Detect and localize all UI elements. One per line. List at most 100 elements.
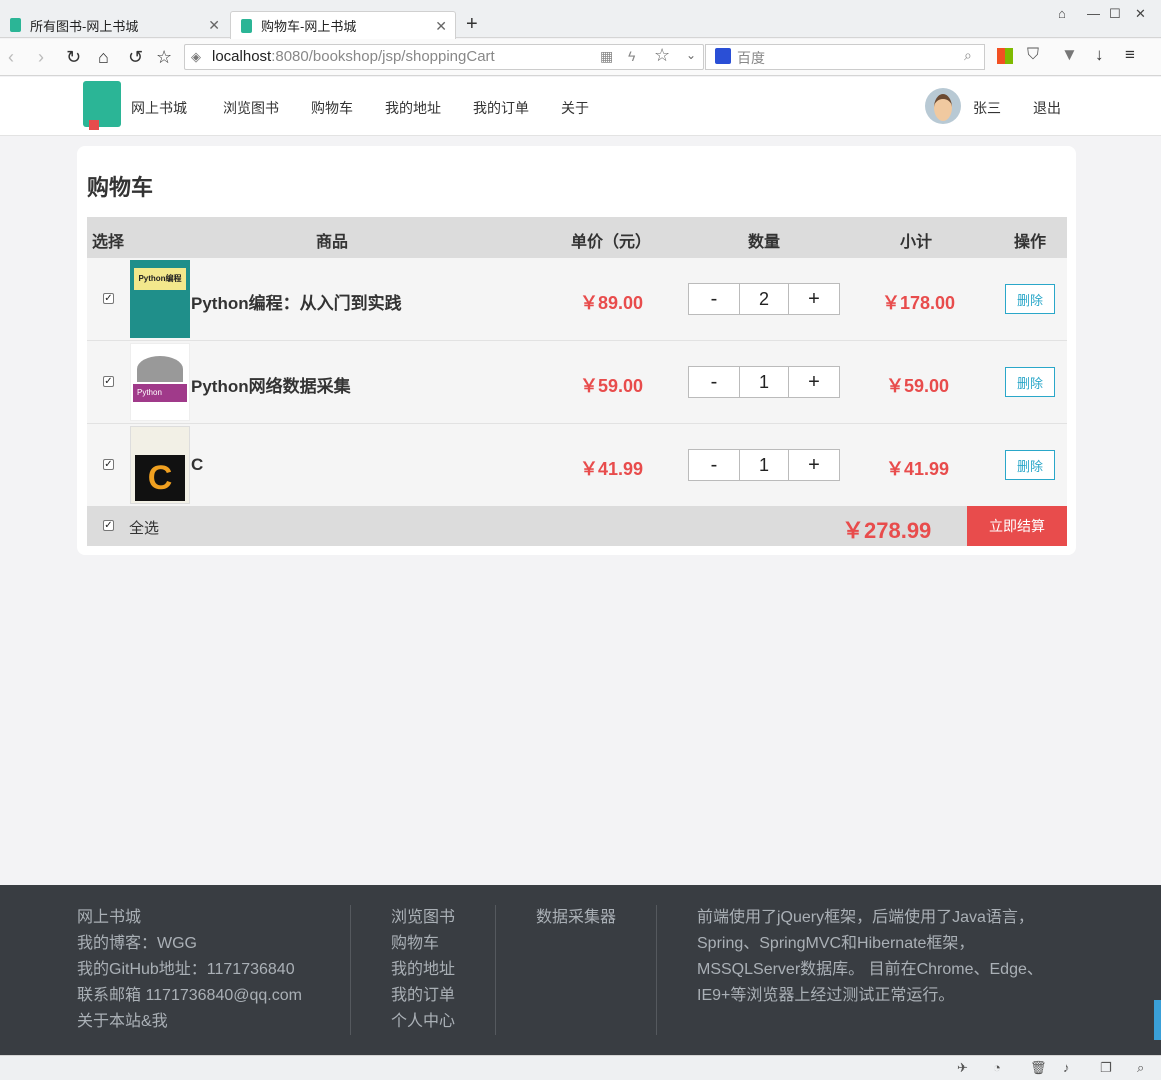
delete-button[interactable]: 删除 (1005, 367, 1055, 397)
logout-link[interactable]: 退出 (1033, 98, 1061, 118)
delete-button[interactable]: 删除 (1005, 284, 1055, 314)
footer-link[interactable]: 网上书城 (77, 905, 302, 931)
home-icon[interactable]: ⌂ (98, 46, 109, 68)
row-checkbox[interactable]: ✓ (103, 459, 114, 470)
browser-tab-cart[interactable]: 购物车-网上书城 ✕ (230, 11, 456, 39)
book-title[interactable]: C (191, 455, 203, 475)
skin-icon[interactable]: ⌂ (1058, 6, 1066, 21)
minimize-icon[interactable]: — (1087, 6, 1100, 21)
lightning-icon[interactable]: ϟ (628, 48, 635, 64)
close-icon[interactable]: ✕ (435, 18, 447, 35)
nav-cart[interactable]: 购物车 (311, 98, 353, 118)
qr-code-icon[interactable]: ▦ (600, 48, 613, 65)
quantity-input[interactable]: 1 (740, 367, 789, 397)
quantity-stepper: - 1 + (688, 449, 840, 481)
bookmark-star-icon[interactable]: ☆ (156, 46, 172, 68)
footer-link[interactable]: 数据采集器 (536, 905, 616, 931)
subtotal: ￥59.00 (886, 376, 950, 396)
chevron-down-icon[interactable]: ⌄ (686, 48, 696, 62)
apps-icon[interactable] (997, 48, 1013, 64)
unit-price: ￥41.99 (580, 459, 644, 479)
footer-divider (350, 905, 351, 1035)
quantity-stepper: - 1 + (688, 366, 840, 398)
delete-button[interactable]: 删除 (1005, 450, 1055, 480)
decrease-button[interactable]: - (689, 284, 740, 314)
footer-divider (656, 905, 657, 1035)
extension-v-icon[interactable]: ▼ (1061, 45, 1078, 65)
reload-icon[interactable]: ↻ (66, 46, 81, 68)
col-quantity: 数量 (748, 234, 781, 251)
footer-link[interactable]: 我的订单 (391, 983, 455, 1009)
row-checkbox[interactable]: ✓ (103, 376, 114, 387)
footer-divider (495, 905, 496, 1035)
new-tab-icon[interactable]: + (466, 13, 478, 36)
subtotal: ￥41.99 (886, 459, 950, 479)
volume-icon[interactable]: ♪ (1063, 1060, 1070, 1075)
footer-link[interactable]: 购物车 (391, 931, 455, 957)
menu-icon[interactable]: ≡ (1125, 45, 1135, 65)
speed-icon[interactable]: ◔ (993, 1060, 1001, 1075)
col-unit-price: 单价（元） (571, 234, 652, 251)
footer-link[interactable]: 我的博客：WGG (77, 931, 302, 957)
close-icon[interactable]: ✕ (208, 17, 220, 34)
checkout-button[interactable]: 立即结算 (967, 506, 1067, 546)
nav-about[interactable]: 关于 (561, 98, 589, 118)
undo-icon[interactable]: ↺ (128, 46, 143, 68)
footer-col-info: 网上书城 我的博客：WGG 我的GitHub地址：1171736840 联系邮箱… (77, 905, 302, 1035)
tab-label: 所有图书-网上书城 (30, 18, 139, 34)
decrease-button[interactable]: - (689, 367, 740, 397)
zoom-icon[interactable]: ⌕ (1137, 1060, 1144, 1076)
forward-icon[interactable]: › (38, 46, 44, 68)
search-icon[interactable]: ⌕ (964, 47, 972, 64)
book-logo-icon[interactable] (83, 81, 121, 130)
quantity-stepper: - 2 + (688, 283, 840, 315)
adblock-shield-icon[interactable]: ⛉ (1027, 46, 1039, 64)
trash-icon[interactable]: 🗑 (1030, 1060, 1047, 1076)
browser-tab-all-books[interactable]: 所有图书-网上书城 ✕ (0, 11, 228, 39)
book-cover-image[interactable]: Python (130, 343, 190, 421)
subtotal: ￥178.00 (882, 293, 956, 313)
brand-link[interactable]: 网上书城 (131, 98, 187, 118)
book-cover-image[interactable]: Python编程 (130, 260, 190, 338)
increase-button[interactable]: + (789, 367, 839, 397)
footer-text: Spring、SpringMVC和Hibernate框架， (697, 935, 975, 952)
side-float-tab[interactable] (1154, 1000, 1161, 1040)
quantity-input[interactable]: 2 (740, 284, 789, 314)
nav-my-orders[interactable]: 我的订单 (473, 98, 529, 118)
select-all-label[interactable]: 全选 (129, 517, 159, 538)
book-cover-image[interactable]: C (130, 426, 190, 504)
tab-label: 购物车-网上书城 (261, 19, 357, 34)
footer-link[interactable]: 联系邮箱 1171736840@qq.com (77, 983, 302, 1009)
increase-button[interactable]: + (789, 450, 839, 480)
col-product: 商品 (316, 234, 349, 251)
book-title[interactable]: Python网络数据采集 (191, 372, 351, 397)
footer-link[interactable]: 浏览图书 (391, 905, 455, 931)
increase-button[interactable]: + (789, 284, 839, 314)
select-all-checkbox[interactable]: ✓ (103, 520, 114, 531)
avatar[interactable] (925, 88, 961, 124)
book-title[interactable]: Python编程：从入门到实践 (191, 289, 402, 314)
username[interactable]: 张三 (973, 98, 1001, 118)
search-placeholder: 百度 (737, 50, 765, 66)
footer-link[interactable]: 我的GitHub地址：1171736840 (77, 957, 302, 983)
nav-my-address[interactable]: 我的地址 (385, 98, 441, 118)
footer-link[interactable]: 关于本站&我 (77, 1009, 302, 1035)
url-text[interactable]: localhost:8080/bookshop/jsp/shoppingCart (212, 48, 495, 65)
window-icon[interactable]: ❐ (1100, 1060, 1112, 1076)
pangolin-illustration (137, 356, 183, 382)
nav-browse-books[interactable]: 浏览图书 (223, 98, 279, 118)
footer-text: IE9+等浏览器上经过测试正常运行。 (697, 987, 955, 1004)
footer-link[interactable]: 个人中心 (391, 1009, 455, 1035)
unit-price: ￥89.00 (580, 293, 644, 313)
favorite-star-icon[interactable]: ☆ (654, 45, 670, 66)
footer-col-nav: 浏览图书 购物车 我的地址 我的订单 个人中心 (391, 905, 455, 1035)
decrease-button[interactable]: - (689, 450, 740, 480)
download-icon[interactable]: ↓ (1095, 45, 1104, 65)
pin-icon[interactable]: ✈ (957, 1060, 968, 1076)
close-window-icon[interactable]: ✕ (1135, 6, 1146, 22)
back-icon[interactable]: ‹ (8, 46, 14, 68)
row-checkbox[interactable]: ✓ (103, 293, 114, 304)
quantity-input[interactable]: 1 (740, 450, 789, 480)
footer-link[interactable]: 我的地址 (391, 957, 455, 983)
maximize-icon[interactable]: ☐ (1109, 6, 1121, 22)
